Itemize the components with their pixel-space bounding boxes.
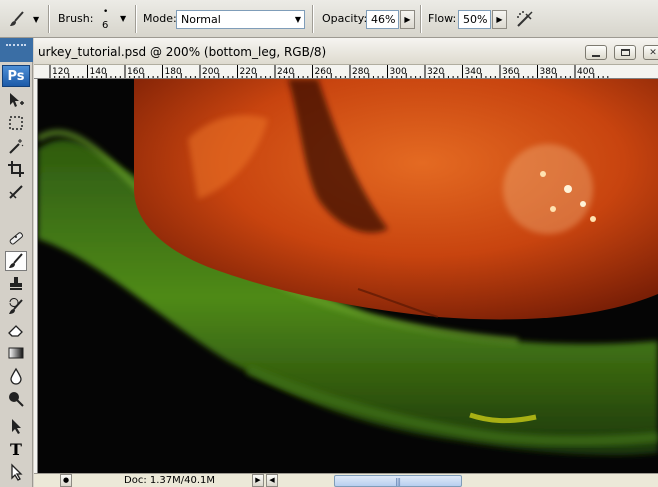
path-selection-tool-icon[interactable] [5,416,27,436]
brush-icon [8,10,26,31]
separator [312,5,314,33]
brush-picker[interactable]: • 6 ▼ [96,5,130,33]
ruler-tick-label: 260 [315,67,332,77]
ruler-tick-label: 380 [540,67,557,77]
minimize-icon [592,54,600,57]
brush-size: 6 [102,20,109,31]
ruler-tick-label: 160 [127,67,144,77]
opacity-slider-button[interactable]: ▶ [400,10,415,29]
close-icon: ✕ [649,47,657,58]
chevron-left-icon: ◀ [269,476,275,484]
chevron-down-icon: ▼ [33,15,40,24]
chevron-right-icon: ▶ [255,476,261,484]
separator [48,5,50,33]
close-button[interactable]: ✕ [643,45,658,60]
status-bar: ● Doc: 1.37M/40.1M ▶ ◀ ||| [34,473,658,487]
ruler-tick-label: 120 [52,67,69,77]
move-tool-icon[interactable] [5,90,27,110]
brush-tool-icon[interactable] [5,251,27,271]
ruler-tick-label: 240 [277,67,294,77]
ruler-tick-label: 320 [427,67,444,77]
mode-select[interactable]: Normal ▼ [176,10,305,29]
document-window: urkey_tutorial.psd @ 200% (bottom_leg, R… [34,38,658,487]
ruler-tick-label: 180 [165,67,182,77]
scrollbar-grip-icon: ||| [395,477,401,486]
image-canvas[interactable] [38,79,658,473]
ruler-tick-label: 360 [502,67,519,77]
dodge-tool-icon[interactable] [5,389,27,409]
scroll-left-button[interactable]: ◀ [266,474,278,487]
airbrush-toggle[interactable] [514,8,538,30]
photoshop-logo[interactable]: Ps [2,65,30,87]
gradient-tool-icon[interactable] [5,343,27,363]
blur-tool-icon[interactable] [5,366,27,386]
chevron-right-icon: ● [62,476,70,484]
ruler-tick-label: 280 [352,67,369,77]
clone-stamp-tool-icon[interactable] [5,274,27,294]
chevron-right-icon: ▶ [496,15,503,24]
toolbox-grip-icon [6,44,26,48]
document-title: urkey_tutorial.psd @ 200% (bottom_leg, R… [38,45,327,59]
flow-slider-button[interactable]: ▶ [492,10,507,29]
brush-dot-icon: • [103,7,109,17]
ruler-tick-label: 200 [202,67,219,77]
history-brush-tool-icon[interactable] [5,297,27,317]
options-bar: ▼ Brush: • 6 ▼ Mode: Normal ▼ Opacity: 4… [0,0,658,38]
chevron-down-icon: ▼ [294,15,301,24]
mode-value: Normal [181,13,221,26]
status-menu-button[interactable]: ● [60,474,72,487]
minimize-button[interactable] [585,45,607,60]
opacity-label: Opacity: [322,12,368,25]
ruler-tick-label: 220 [240,67,257,77]
slice-tool-icon[interactable] [5,182,27,202]
airbrush-icon [514,11,536,33]
ruler-tick-label: 340 [465,67,482,77]
turkey-painting [38,79,658,473]
document-title-bar[interactable]: urkey_tutorial.psd @ 200% (bottom_leg, R… [34,38,658,65]
horizontal-ruler: 120 140 160 180 200 220 240 260 280 300 320 340 360 3… [34,65,658,79]
toolbox-title-bar[interactable] [0,38,33,62]
crop-tool-icon[interactable] [5,159,27,179]
maximize-icon [620,49,630,56]
horizontal-scrollbar-thumb[interactable]: ||| [334,475,462,487]
flow-label: Flow: [428,12,457,25]
magic-wand-tool-icon[interactable] [5,136,27,156]
brush-label: Brush: [58,12,94,25]
ruler-ticks: 120 140 160 180 200 220 240 260 280 300 320 340 360 3… [49,65,609,78]
ruler-tick-label: 140 [90,67,107,77]
opacity-input[interactable]: 46% [366,10,399,29]
separator [420,5,422,33]
direct-selection-tool-icon[interactable] [5,462,27,482]
document-size-status: Doc: 1.37M/40.1M [124,475,216,486]
flow-value: 50% [463,13,488,26]
opacity-value: 46% [371,13,396,26]
chevron-down-icon: ▼ [120,14,127,23]
eraser-tool-icon[interactable] [5,320,27,340]
maximize-button[interactable] [614,45,636,60]
marquee-tool-icon[interactable] [5,113,27,133]
ruler-tick-label: 400 [577,67,594,77]
mode-label: Mode: [143,12,177,25]
type-tool-icon[interactable]: T [5,439,27,459]
healing-brush-tool-icon[interactable] [5,228,27,248]
toolbox: Ps T [0,38,33,487]
type-glyph: T [10,439,22,459]
status-info-button[interactable]: ▶ [252,474,264,487]
tool-preset-picker[interactable]: ▼ [6,9,42,29]
flow-input[interactable]: 50% [458,10,491,29]
ruler-tick-label: 300 [390,67,407,77]
separator [135,5,137,33]
chevron-right-icon: ▶ [404,15,411,24]
